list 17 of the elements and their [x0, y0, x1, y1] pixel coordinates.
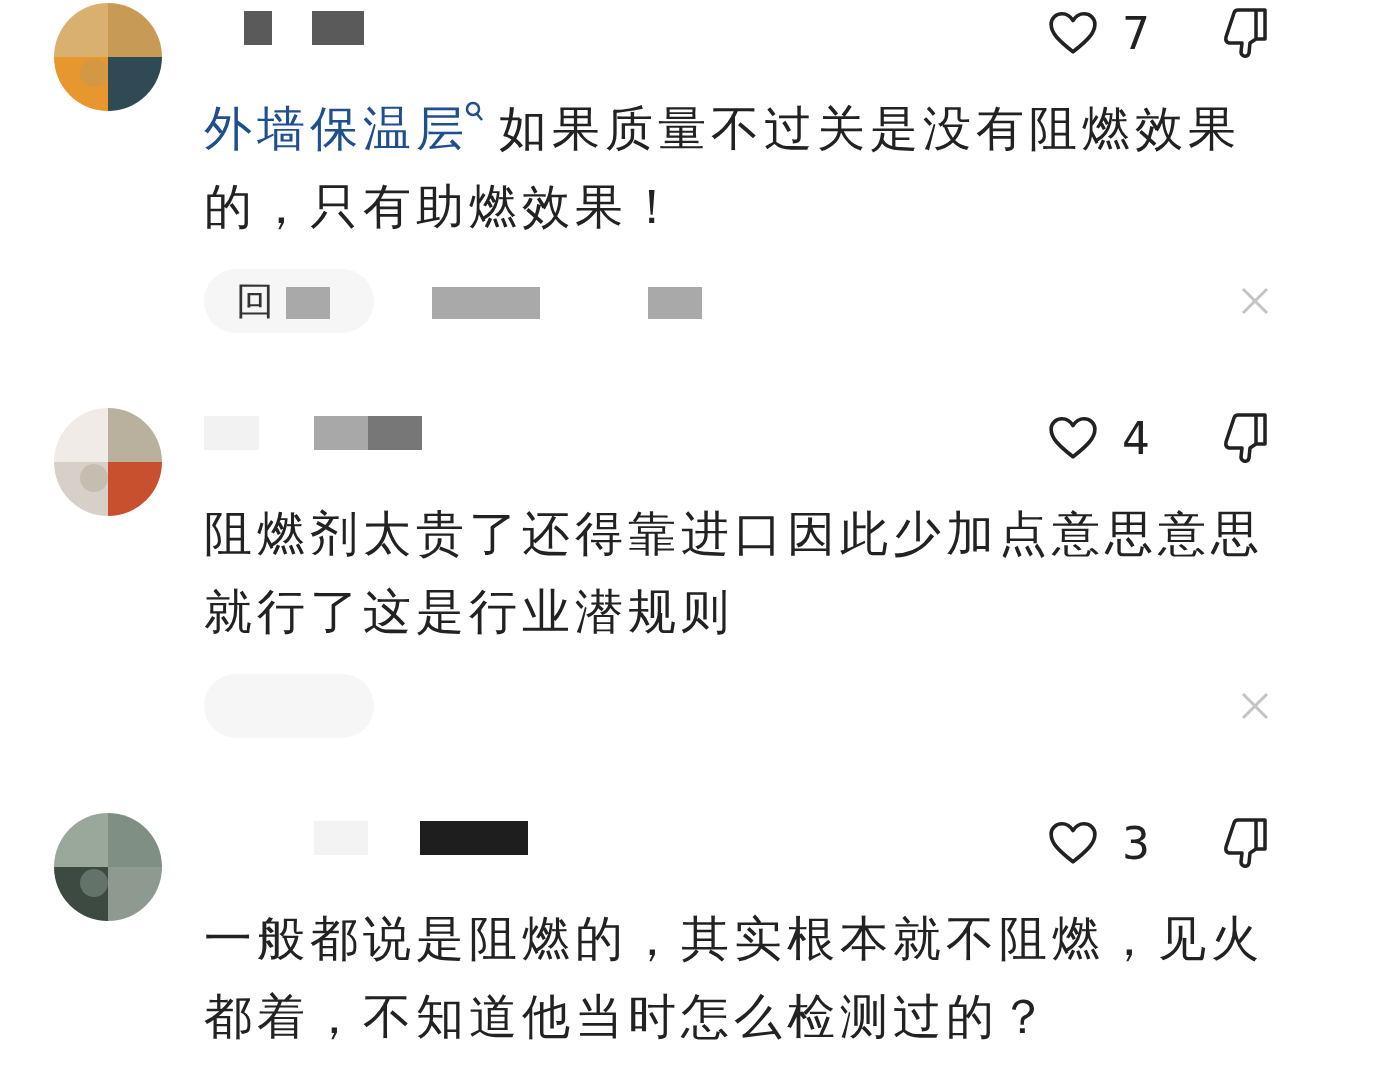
- keyword-link[interactable]: 外墙保温层: [204, 100, 485, 156]
- redaction-block: [286, 287, 330, 319]
- redaction-block: [312, 11, 364, 45]
- redaction-block: [244, 11, 272, 45]
- redaction-block: [314, 416, 368, 450]
- redaction-block: [368, 416, 422, 450]
- comment-text: 一般都说是阻燃的，其实根本就不阻燃，见火都着，不知道他当时怎么检测过的？: [204, 909, 1265, 1046]
- comment-text: 外墙保温层 如果质量不过关是没有阻燃效果的，只有助燃效果！: [204, 99, 1242, 236]
- heart-icon: [1048, 416, 1098, 460]
- heart-icon: [1048, 11, 1098, 55]
- like-button[interactable]: 3: [1048, 817, 1150, 869]
- like-button[interactable]: 7: [1048, 7, 1150, 59]
- comment-text: 阻燃剂太贵了还得靠进口因此少加点意思意思就行了这是行业潜规则: [204, 504, 1265, 641]
- reply-label[interactable]: 回: [236, 275, 274, 327]
- redaction-block: [648, 287, 702, 319]
- heart-icon: [1048, 821, 1098, 865]
- like-button[interactable]: 4: [1048, 412, 1150, 464]
